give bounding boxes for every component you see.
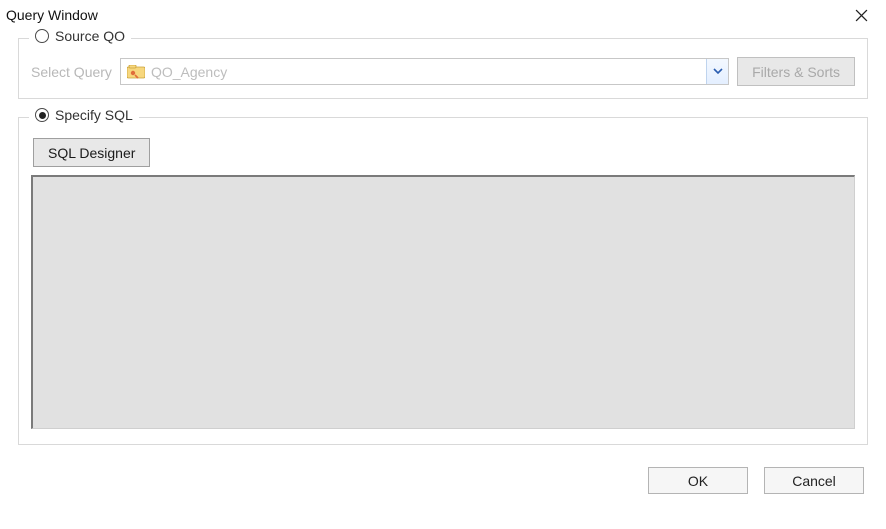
specify-sql-legend-label: Specify SQL (55, 107, 133, 123)
query-select-value: QO_Agency (151, 64, 227, 80)
query-select-combo[interactable]: QO_Agency (120, 58, 729, 85)
specify-sql-radio[interactable] (35, 108, 49, 122)
close-icon (855, 9, 868, 22)
close-button[interactable] (846, 0, 876, 30)
window-title: Query Window (6, 7, 98, 23)
titlebar: Query Window (0, 0, 886, 30)
source-qo-group: Source QO Select Query QO_Agency Fi (18, 38, 868, 99)
query-select-chevron[interactable] (706, 59, 728, 84)
source-qo-legend-label: Source QO (55, 28, 125, 44)
filters-sorts-button[interactable]: Filters & Sorts (737, 57, 855, 86)
sql-designer-button[interactable]: SQL Designer (33, 138, 150, 167)
ok-button[interactable]: OK (648, 467, 748, 494)
cancel-button[interactable]: Cancel (764, 467, 864, 494)
chevron-down-icon (713, 68, 723, 75)
source-qo-legend: Source QO (29, 28, 131, 44)
qo-icon (127, 65, 145, 79)
specify-sql-legend: Specify SQL (29, 107, 139, 123)
dialog-footer: OK Cancel (0, 453, 886, 494)
sql-textarea[interactable] (31, 175, 855, 429)
specify-sql-group: Specify SQL SQL Designer (18, 117, 868, 445)
source-qo-radio[interactable] (35, 29, 49, 43)
select-query-label: Select Query (31, 64, 112, 80)
